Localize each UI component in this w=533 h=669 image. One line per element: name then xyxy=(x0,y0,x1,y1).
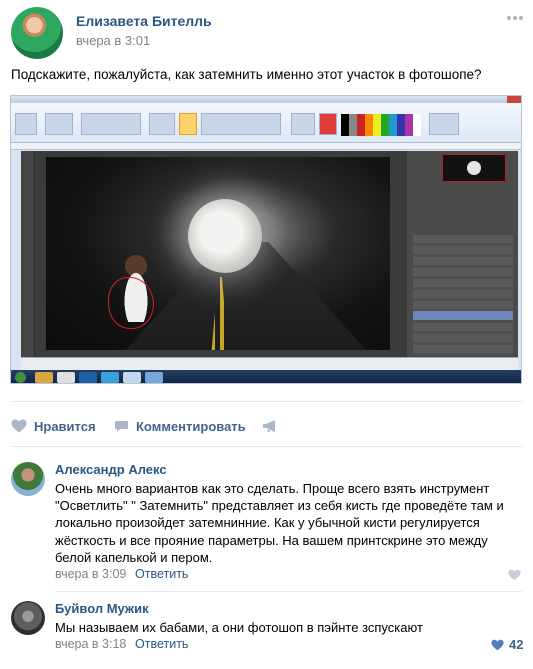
photo-canvas xyxy=(46,157,390,350)
paint-ribbon xyxy=(11,103,521,143)
red-selection-outline xyxy=(108,277,154,329)
like-button[interactable]: Нравится xyxy=(34,419,96,434)
divider xyxy=(55,591,522,592)
avatar[interactable] xyxy=(11,462,45,496)
attached-screenshot[interactable] xyxy=(10,95,522,384)
like-count[interactable]: 42 xyxy=(509,637,523,652)
post-time[interactable]: вчера в 3:01 xyxy=(76,33,150,48)
moon xyxy=(188,199,262,273)
comment-text: Мы называем их бабами, а они фотошоп в п… xyxy=(55,620,423,635)
comment-icon[interactable] xyxy=(114,420,129,433)
megaphone-icon[interactable] xyxy=(262,419,278,433)
heart-icon[interactable] xyxy=(11,419,27,433)
paint-ruler xyxy=(11,143,521,150)
heart-icon[interactable] xyxy=(508,569,521,581)
comment-author[interactable]: Буйвол Мужик xyxy=(55,601,149,616)
reply-button[interactable]: Ответить xyxy=(135,637,188,651)
paint-status-bar xyxy=(21,357,518,370)
reply-button[interactable]: Ответить xyxy=(135,567,188,581)
heart-icon[interactable] xyxy=(491,639,504,651)
ps-layers-panel xyxy=(407,151,518,370)
comment-button[interactable]: Комментировать xyxy=(136,419,246,434)
comment-time[interactable]: вчера в 3:18 xyxy=(55,637,126,651)
comment-author[interactable]: Александр Алекс xyxy=(55,462,167,477)
divider xyxy=(11,401,522,402)
comment-text: Очень много вариантов как это сделать. П… xyxy=(55,481,504,565)
comment-time[interactable]: вчера в 3:09 xyxy=(55,567,126,581)
post-author[interactable]: Елизавета Бителль xyxy=(76,13,212,29)
post-text: Подскажите, пожалуйста, как затемнить им… xyxy=(11,67,482,82)
windows-taskbar xyxy=(11,370,521,383)
post: Елизавета Бителль вчера в 3:01 Подскажит… xyxy=(0,0,533,669)
author-avatar[interactable] xyxy=(11,7,63,59)
ps-toolbar xyxy=(21,151,35,370)
avatar[interactable] xyxy=(11,601,45,635)
more-dots-icon[interactable] xyxy=(507,16,523,22)
paint-title-bar xyxy=(11,96,521,103)
divider xyxy=(11,446,522,447)
